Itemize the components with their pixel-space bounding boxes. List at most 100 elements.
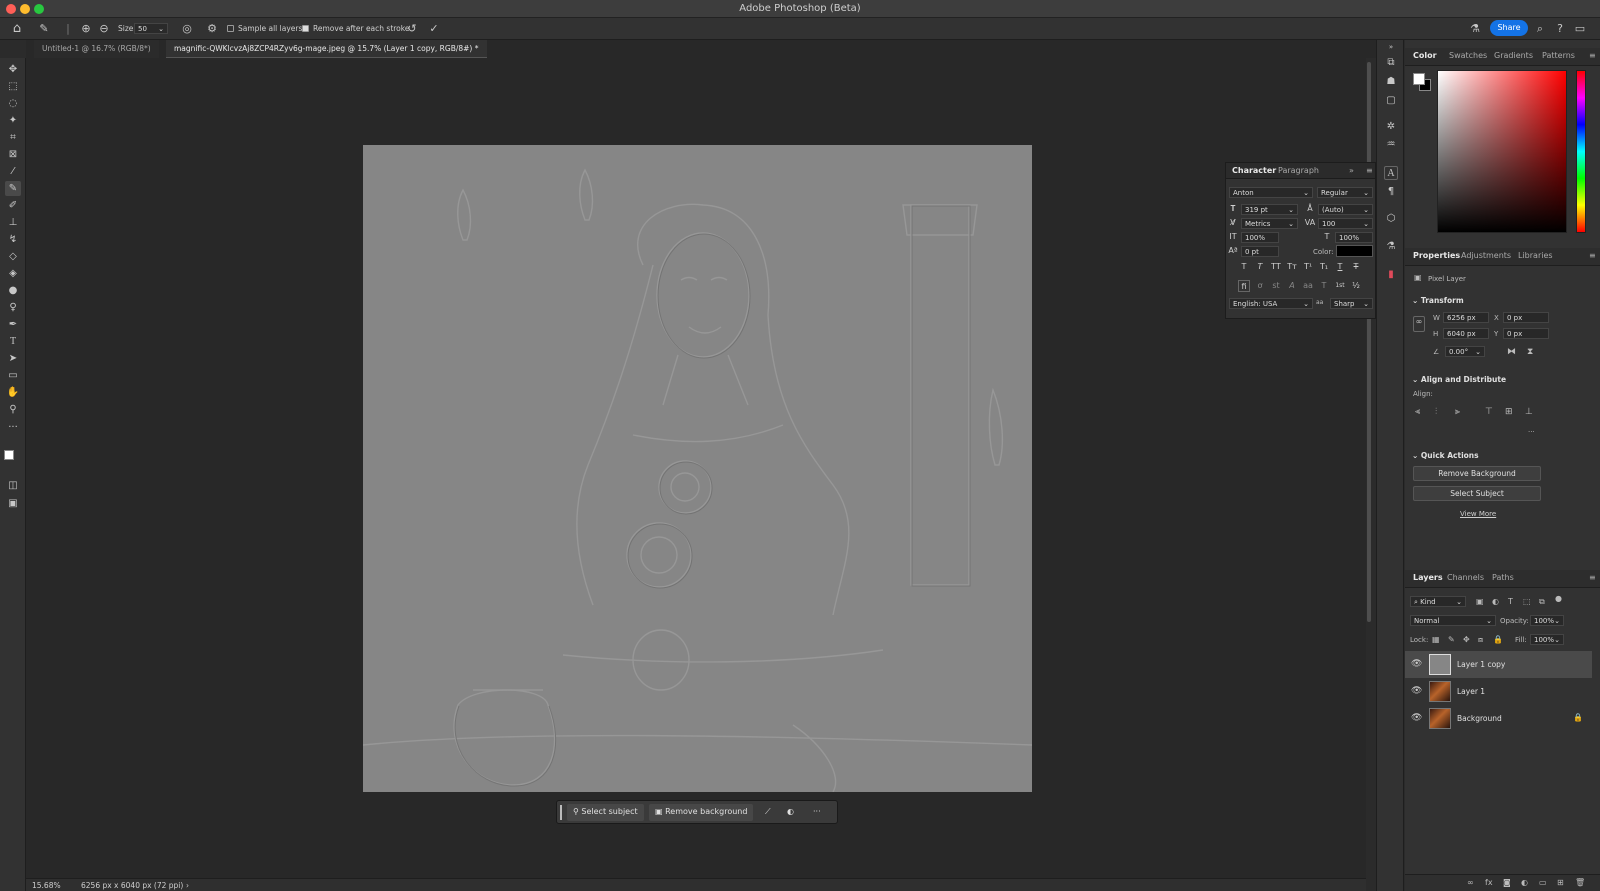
eye-icon[interactable]: 👁 — [1411, 659, 1422, 669]
align-left-icon[interactable]: ⫷ — [1415, 407, 1420, 417]
share-button[interactable]: Share — [1490, 20, 1528, 36]
paint-bucket-tool-icon[interactable]: ◈ — [5, 266, 21, 281]
history-brush-tool-icon[interactable]: ↯ — [5, 232, 21, 247]
layer-filter-select[interactable]: ⌕ Kind ⌄ — [1410, 596, 1466, 607]
actions-icon[interactable]: ☗ — [1384, 75, 1398, 89]
foreground-color-swatch[interactable] — [4, 450, 14, 460]
status-arrow[interactable]: › — [186, 881, 189, 890]
eyedropper-tool-icon[interactable]: ⁄ — [5, 164, 21, 179]
tab-color[interactable]: Color — [1407, 48, 1443, 64]
flask-icon[interactable]: ⚗ — [1467, 21, 1483, 37]
tracking-input[interactable]: 100 ⌄ — [1318, 218, 1373, 229]
underline-button[interactable]: T — [1334, 261, 1346, 273]
brush-tool-icon[interactable]: ✐ — [5, 198, 21, 213]
quick-mask-icon[interactable]: ◫ — [5, 478, 21, 493]
height-input[interactable]: 6040 px — [1443, 328, 1489, 339]
fill-input[interactable]: 100% ⌄ — [1530, 634, 1564, 645]
move-tool-icon[interactable]: ✥ — [5, 62, 21, 77]
discretionary-ligatures-button[interactable]: ơ — [1254, 280, 1266, 292]
drag-handle[interactable] — [560, 805, 562, 820]
view-more-link[interactable]: View More — [1460, 510, 1496, 518]
adjustment-button[interactable]: ◐ — [781, 804, 800, 821]
filter-shape-icon[interactable]: ⬚ — [1523, 597, 1531, 606]
new-group-icon[interactable]: ▭ — [1539, 878, 1547, 887]
tab-paths[interactable]: Paths — [1486, 570, 1520, 586]
document-canvas[interactable] — [363, 145, 1032, 792]
blend-mode-select[interactable]: Normal ⌄ — [1410, 615, 1496, 626]
tab-channels[interactable]: Channels — [1441, 570, 1490, 586]
flip-horizontal-icon[interactable]: ⧓ — [1507, 347, 1516, 357]
faux-italic-button[interactable]: T — [1254, 261, 1266, 273]
font-size-input[interactable]: 319 pt ⌄ — [1241, 204, 1298, 215]
horizontal-scale-input[interactable]: 100% — [1335, 232, 1373, 243]
flip-vertical-icon[interactable]: ⧗ — [1527, 347, 1533, 357]
panel-menu-icon[interactable]: ≡ — [1360, 163, 1379, 179]
foreground-color-chip[interactable] — [1413, 73, 1425, 85]
transform-button[interactable]: ⟋ — [759, 804, 777, 821]
remove-tool-icon[interactable]: ✎ — [5, 181, 21, 196]
rectangle-tool-icon[interactable]: ▭ — [5, 368, 21, 383]
checkmark-icon[interactable]: ✓ — [426, 21, 442, 37]
size-input[interactable]: 50 ⌄ — [134, 23, 168, 34]
select-subject-quick-action[interactable]: Select Subject — [1413, 486, 1541, 501]
fractions-button[interactable]: ½ — [1350, 280, 1362, 292]
subscript-button[interactable]: T₁ — [1318, 261, 1330, 273]
filter-toggle-icon[interactable]: ● — [1555, 594, 1562, 603]
vertical-scale-input[interactable]: 100% — [1241, 232, 1279, 243]
panel-menu-icon[interactable]: ≡ — [1583, 48, 1600, 64]
panel-menu-icon[interactable]: ≡ — [1583, 570, 1600, 586]
workspace-icon[interactable]: ▭ — [1572, 21, 1588, 37]
filter-type-icon[interactable]: T — [1508, 597, 1513, 606]
tab-untitled-1[interactable]: Untitled-1 @ 16.7% (RGB/8*) — [34, 40, 159, 58]
character-panel-icon[interactable]: A — [1384, 166, 1398, 180]
tab-paragraph[interactable]: Paragraph — [1272, 163, 1325, 179]
new-adjustment-icon[interactable]: ◐ — [1521, 878, 1528, 887]
baseline-shift-input[interactable]: 0 pt — [1241, 246, 1279, 257]
contextual-alternates-button[interactable]: st — [1270, 280, 1282, 292]
tab-swatches[interactable]: Swatches — [1443, 48, 1493, 64]
filter-smart-object-icon[interactable]: ⧉ — [1539, 597, 1545, 607]
tab-gradients[interactable]: Gradients — [1488, 48, 1539, 64]
link-layers-icon[interactable]: ∞ — [1467, 878, 1474, 887]
lock-pixels-icon[interactable]: ✎ — [1448, 635, 1455, 644]
text-color-swatch[interactable] — [1336, 245, 1373, 257]
superscript-button[interactable]: T¹ — [1302, 261, 1314, 273]
sample-all-layers-checkbox[interactable] — [227, 25, 234, 32]
remove-after-stroke-checkbox[interactable] — [302, 25, 309, 32]
add-mode-icon[interactable]: ⊕ — [78, 21, 94, 37]
panel-menu-icon[interactable]: ≡ — [1583, 248, 1600, 264]
trash-icon[interactable]: 🗑 — [1575, 878, 1585, 887]
font-family-select[interactable]: Anton ⌄ — [1229, 187, 1313, 198]
marquee-tool-icon[interactable]: ⬚ — [5, 79, 21, 94]
paragraph-panel-icon[interactable]: ¶ — [1384, 185, 1398, 199]
brush-settings-icon[interactable]: ✲ — [1384, 120, 1398, 134]
remove-tool-icon[interactable]: ✎ — [36, 21, 52, 37]
brushes-icon[interactable]: ♒ — [1384, 138, 1398, 152]
lock-artboard-icon[interactable]: ⧈ — [1478, 635, 1483, 645]
hue-slider[interactable] — [1576, 70, 1586, 233]
titling-alternates-button[interactable]: T — [1318, 280, 1330, 292]
align-middle-icon[interactable]: ⊞ — [1505, 407, 1513, 417]
eraser-tool-icon[interactable]: ◇ — [5, 249, 21, 264]
filter-pixel-icon[interactable]: ▣ — [1476, 597, 1484, 606]
help-icon[interactable]: ? — [1552, 21, 1568, 37]
comments-icon[interactable]: ▢ — [1384, 94, 1398, 108]
align-right-icon[interactable]: ⫸ — [1455, 407, 1460, 417]
history-icon[interactable]: ⧉ — [1384, 56, 1398, 70]
zoom-tool-icon[interactable]: ⚲ — [5, 402, 21, 417]
eye-icon[interactable]: 👁 — [1411, 713, 1422, 723]
layer-row-layer-1[interactable]: 👁 Layer 1 — [1405, 678, 1592, 705]
add-mask-icon[interactable]: ◙ — [1503, 878, 1511, 887]
more-tools-icon[interactable]: ··· — [5, 420, 21, 435]
language-select[interactable]: English: USA ⌄ — [1229, 298, 1313, 309]
quick-selection-tool-icon[interactable]: ✦ — [5, 113, 21, 128]
tab-adjustments[interactable]: Adjustments — [1455, 248, 1517, 264]
strikethrough-button[interactable]: T — [1350, 261, 1362, 273]
align-center-icon[interactable]: ⫶ — [1435, 407, 1437, 417]
all-caps-button[interactable]: TT — [1270, 261, 1282, 273]
lasso-tool-icon[interactable]: ◌ — [5, 96, 21, 111]
expand-panel-button[interactable]: » — [1343, 163, 1360, 179]
ligatures-button[interactable]: fi — [1238, 280, 1250, 292]
undo-icon[interactable]: ↺ — [404, 21, 420, 37]
quick-actions-title[interactable]: ⌄ Quick Actions — [1412, 451, 1479, 460]
